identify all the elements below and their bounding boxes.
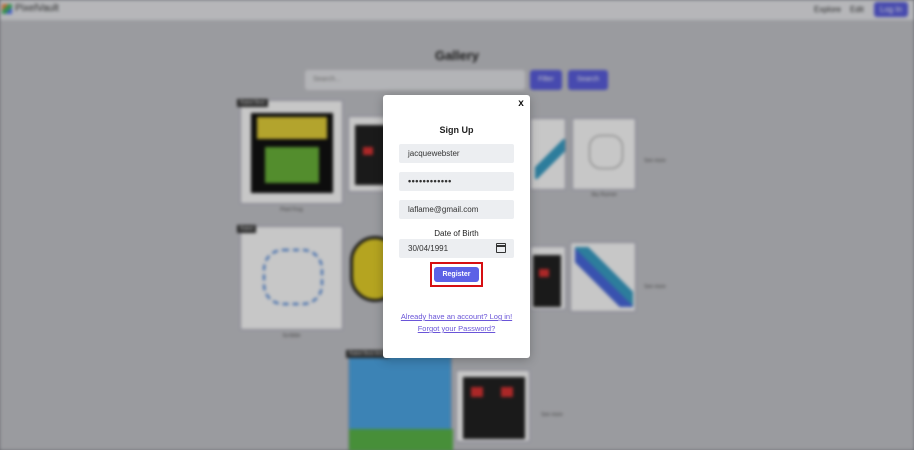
register-button[interactable]: Register — [434, 267, 479, 282]
dob-value: 30/04/1991 — [408, 244, 449, 253]
forgot-password-link[interactable]: Forgot your Password? — [383, 324, 530, 333]
calendar-icon[interactable] — [496, 243, 506, 253]
signup-modal: x Sign Up jacquewebster •••••••••••• laf… — [383, 95, 530, 358]
email-field[interactable]: laflame@gmail.com — [399, 200, 514, 219]
dob-label: Date of Birth — [434, 229, 479, 238]
password-field[interactable]: •••••••••••• — [399, 172, 514, 191]
close-button[interactable]: x — [515, 98, 527, 110]
login-link[interactable]: Already have an account? Log in! — [383, 312, 530, 321]
username-field[interactable]: jacquewebster — [399, 144, 514, 163]
dob-field[interactable]: 30/04/1991 — [399, 239, 514, 258]
modal-title: Sign Up — [439, 125, 474, 135]
